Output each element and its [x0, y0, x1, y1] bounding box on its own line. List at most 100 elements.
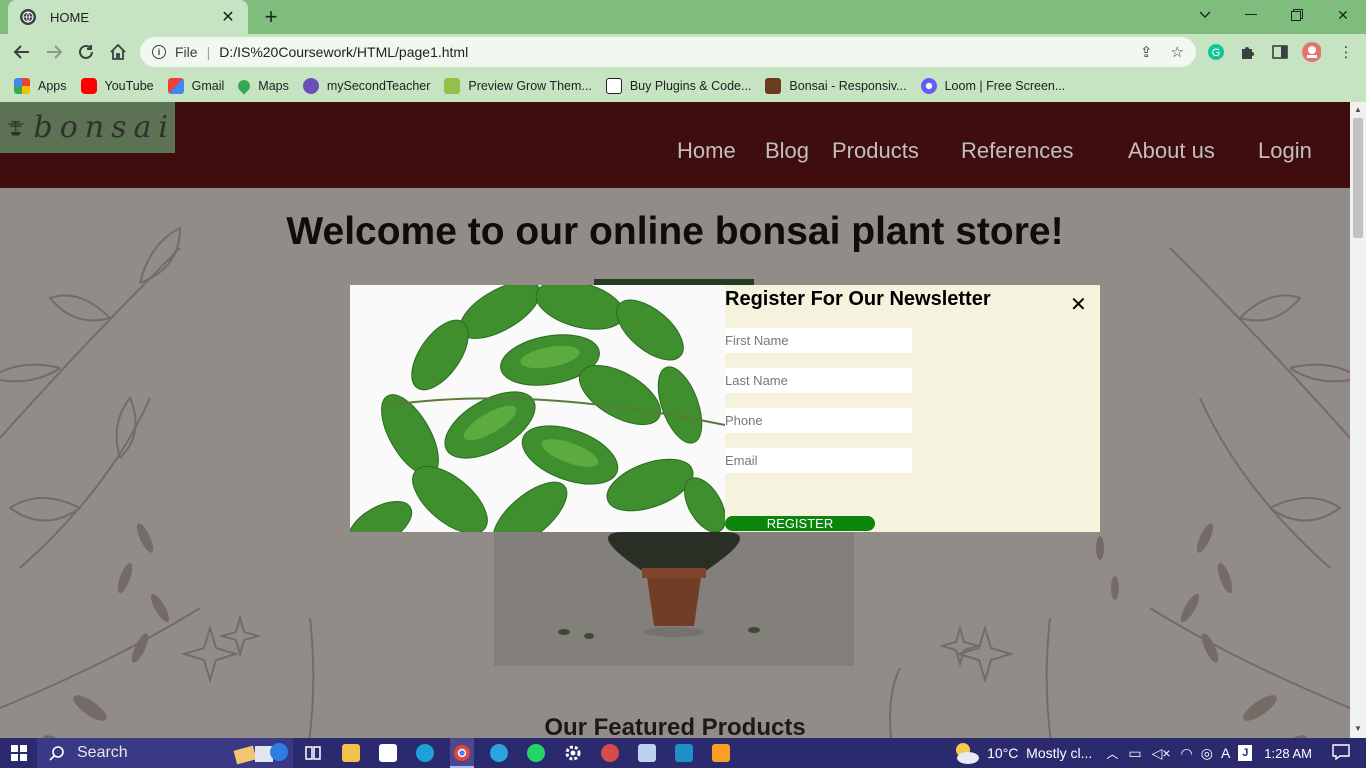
- taskbar-search-box[interactable]: Search: [37, 738, 293, 768]
- globe-icon: [20, 9, 36, 25]
- email-field[interactable]: [725, 448, 912, 473]
- address-bar[interactable]: i File | D:/IS%20Coursework/HTML/page1.h…: [140, 37, 1196, 67]
- profile-avatar[interactable]: [1301, 42, 1321, 62]
- wifi-icon[interactable]: ◠: [1181, 745, 1193, 762]
- search-highlight-icon: [233, 743, 288, 765]
- bookmarks-bar: Apps YouTube Gmail Maps mySecondTeacher …: [0, 70, 1366, 102]
- bookmark-bonsai-responsive[interactable]: Bonsai - Responsiv...: [765, 78, 907, 94]
- url-text: D:/IS%20Coursework/HTML/page1.html: [219, 44, 469, 60]
- volume-muted-icon[interactable]: ◁×: [1152, 745, 1171, 762]
- nav-products[interactable]: Products: [832, 138, 919, 164]
- app-icon-red[interactable]: [601, 744, 619, 762]
- edge-icon[interactable]: [416, 744, 434, 762]
- hero-plant-photo: [494, 532, 854, 666]
- photos-icon[interactable]: [675, 744, 693, 762]
- tab-title: HOME: [50, 9, 89, 25]
- share-icon[interactable]: ⇪: [1140, 43, 1153, 61]
- bookmark-loom[interactable]: Loom | Free Screen...: [920, 78, 1065, 94]
- last-name-field[interactable]: [725, 368, 912, 393]
- modal-close-icon[interactable]: ✕: [1070, 292, 1087, 317]
- bookmark-mysecondteacher[interactable]: mySecondTeacher: [302, 78, 430, 94]
- weather-text[interactable]: 10°C Mostly cl...: [987, 745, 1092, 761]
- extensions-puzzle-icon[interactable]: [1238, 42, 1258, 62]
- close-window-button[interactable]: ✕: [1320, 0, 1366, 30]
- chrome-menu-icon[interactable]: ⋮: [1336, 42, 1356, 62]
- register-button[interactable]: REGISTER: [725, 516, 875, 531]
- chrome-taskbar-active[interactable]: [450, 738, 474, 768]
- bookmark-youtube[interactable]: YouTube: [80, 78, 154, 94]
- page-scrollbar[interactable]: ▲ ▼: [1350, 102, 1366, 738]
- scroll-down-icon[interactable]: ▼: [1354, 724, 1362, 733]
- show-hidden-icons-chevron-icon[interactable]: ︿: [1106, 745, 1118, 762]
- app-tray-icon[interactable]: J: [1238, 745, 1253, 761]
- bookmark-maps[interactable]: Maps: [235, 77, 289, 95]
- site-logo[interactable]: bonsai: [0, 102, 175, 153]
- nav-blog[interactable]: Blog: [765, 138, 809, 164]
- bookmark-star-icon[interactable]: ☆: [1171, 43, 1184, 61]
- bookmark-buy-plugins[interactable]: Buy Plugins & Code...: [605, 78, 751, 94]
- newsletter-heading: Register For Our Newsletter: [725, 288, 991, 310]
- browser-tab-home[interactable]: HOME ✕: [8, 0, 248, 34]
- bonsai-logo-icon: [8, 120, 24, 135]
- logo-wordmark: bonsai: [33, 110, 175, 145]
- file-explorer-icon[interactable]: [342, 744, 360, 762]
- system-tray: 10°C Mostly cl... ︿ ▭ ◁× ◠ ◎ A J 1:28 AM: [951, 738, 1366, 768]
- nav-about-us[interactable]: About us: [1128, 138, 1215, 164]
- forward-arrow-icon[interactable]: [40, 38, 68, 66]
- featured-products-heading: Our Featured Products: [544, 714, 806, 738]
- hero-title: Welcome to our online bonsai plant store…: [286, 210, 1064, 253]
- minimize-button[interactable]: [1228, 0, 1274, 30]
- first-name-field[interactable]: [725, 328, 912, 353]
- nav-login[interactable]: Login: [1258, 138, 1312, 164]
- clock-time[interactable]: 1:28 AM: [1264, 746, 1312, 761]
- maps-pin-icon: [235, 77, 253, 95]
- telegram-icon[interactable]: [490, 744, 508, 762]
- info-icon[interactable]: i: [152, 45, 166, 59]
- whatsapp-icon[interactable]: [527, 744, 545, 762]
- bookmark-apps[interactable]: Apps: [14, 78, 67, 94]
- grammarly-icon[interactable]: G: [1206, 42, 1226, 62]
- page-viewport: bonsai Home Blog Products References Abo…: [0, 102, 1350, 738]
- site-header: bonsai Home Blog Products References Abo…: [0, 102, 1350, 188]
- back-arrow-icon[interactable]: [8, 38, 36, 66]
- nav-home[interactable]: Home: [677, 138, 736, 164]
- weather-moon-cloud-icon: [956, 743, 980, 764]
- url-separator: |: [206, 44, 211, 60]
- newsletter-modal: Register For Our Newsletter ✕ REGISTER: [350, 285, 1100, 532]
- gmail-icon: [167, 78, 184, 94]
- home-icon[interactable]: [104, 38, 132, 66]
- phone-field[interactable]: [725, 408, 912, 433]
- tab-search-chevron-icon[interactable]: [1182, 0, 1228, 30]
- notepad-icon[interactable]: [638, 744, 656, 762]
- shopify-bag-icon: [444, 78, 461, 94]
- new-tab-button[interactable]: +: [259, 4, 283, 29]
- mysecondteacher-icon: [302, 78, 319, 94]
- modal-leaves-image: [350, 285, 725, 532]
- tab-close-icon[interactable]: ✕: [220, 7, 236, 27]
- microsoft-store-icon[interactable]: [379, 744, 397, 762]
- reload-icon[interactable]: [72, 38, 100, 66]
- svg-text:G: G: [1212, 47, 1221, 59]
- browser-tab-strip: HOME ✕ + ✕: [0, 0, 1366, 34]
- browser-toolbar: i File | D:/IS%20Coursework/HTML/page1.h…: [0, 34, 1366, 70]
- taskbar-search-label: Search: [77, 744, 128, 761]
- codecanyon-icon: [605, 78, 622, 94]
- input-language-icon[interactable]: A: [1221, 745, 1230, 761]
- nav-references[interactable]: References: [961, 138, 1074, 164]
- side-panel-icon[interactable]: [1270, 42, 1290, 62]
- notification-center-icon[interactable]: [1332, 743, 1350, 763]
- battery-icon[interactable]: ▭: [1128, 745, 1141, 762]
- scrollbar-thumb[interactable]: [1353, 118, 1363, 238]
- youtube-icon: [80, 78, 97, 94]
- loom-icon: [920, 78, 937, 94]
- restore-button[interactable]: [1274, 0, 1320, 30]
- meet-now-icon[interactable]: ◎: [1201, 745, 1213, 762]
- sublime-text-icon[interactable]: [712, 744, 730, 762]
- settings-gear-icon[interactable]: [564, 744, 582, 762]
- scroll-up-icon[interactable]: ▲: [1354, 105, 1362, 114]
- windows-start-icon[interactable]: [0, 738, 37, 768]
- task-view-icon[interactable]: [304, 744, 322, 762]
- bookmark-preview-grow[interactable]: Preview Grow Them...: [444, 78, 592, 94]
- bookmark-gmail[interactable]: Gmail: [167, 78, 224, 94]
- url-scheme-label: File: [175, 44, 198, 60]
